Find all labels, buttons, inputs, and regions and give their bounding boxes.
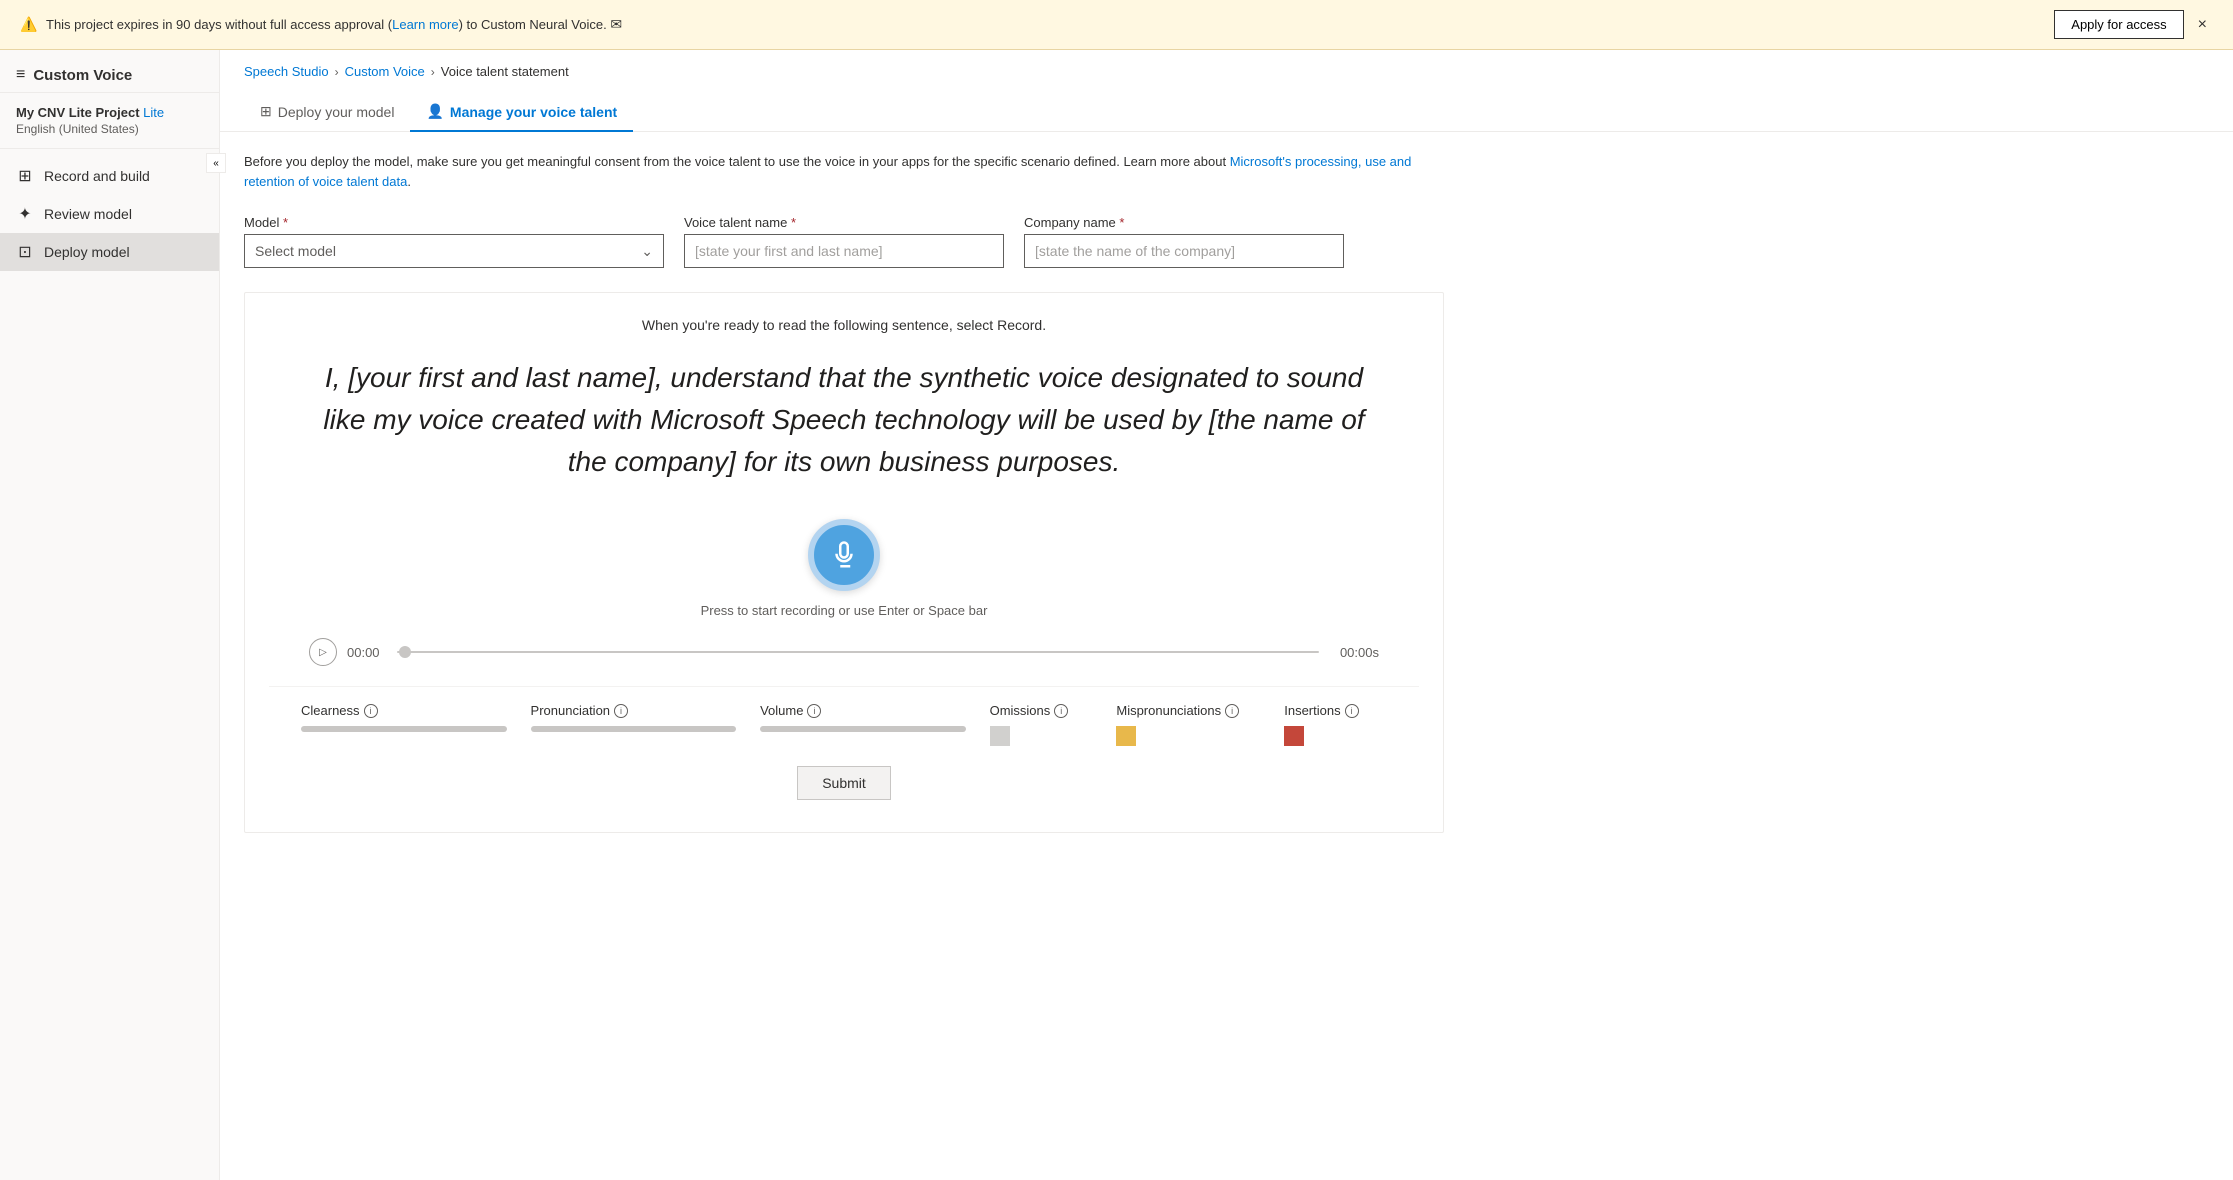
mispronunciations-label: Mispronunciations i — [1116, 703, 1260, 718]
metric-insertions: Insertions i — [1272, 703, 1399, 746]
sidebar-item-review-model[interactable]: ✦ Review model — [0, 195, 219, 233]
tab-deploy-model[interactable]: ⊞ Deploy your model — [244, 93, 410, 132]
sidebar-collapse-button[interactable]: « — [206, 153, 226, 173]
email-icon: ✉ — [610, 16, 622, 32]
select-chevron-icon: ⌄ — [641, 243, 653, 260]
required-star: * — [1116, 215, 1125, 230]
breadcrumb-separator: › — [431, 65, 435, 79]
omissions-info-icon[interactable]: i — [1054, 704, 1068, 718]
insertions-square — [1284, 726, 1304, 746]
model-select[interactable]: Select model — [255, 243, 641, 259]
volume-info-icon[interactable]: i — [807, 704, 821, 718]
microphone-icon — [829, 540, 859, 570]
record-button[interactable] — [808, 519, 880, 591]
app-name: Custom Voice — [33, 67, 132, 84]
breadcrumb: Speech Studio › Custom Voice › Voice tal… — [220, 50, 2233, 93]
microsoft-processing-link[interactable]: Microsoft's processing, use and retentio… — [244, 154, 1411, 189]
play-button[interactable]: ▷ — [309, 638, 337, 666]
metric-pronunciation: Pronunciation i — [519, 703, 749, 746]
pronunciation-bar — [531, 726, 737, 732]
pronunciation-info-icon[interactable]: i — [614, 704, 628, 718]
sidebar-item-label: Review model — [44, 206, 132, 222]
model-select-wrapper: Select model ⌄ — [244, 234, 664, 268]
project-badge: Lite — [143, 105, 164, 120]
sidebar-item-label: Record and build — [44, 168, 150, 184]
required-star: * — [279, 215, 288, 230]
sidebar-item-record-build[interactable]: ⊞ Record and build — [0, 157, 219, 195]
voice-talent-label: Voice talent name * — [684, 215, 1004, 230]
recording-statement: I, [your first and last name], understan… — [269, 357, 1419, 483]
voice-talent-input[interactable] — [684, 234, 1004, 268]
metric-clearness: Clearness i — [289, 703, 519, 746]
tab-label: Deploy your model — [278, 104, 395, 120]
project-info: My CNV Lite Project Lite English (United… — [0, 93, 219, 149]
progress-thumb — [399, 646, 411, 658]
deploy-model-icon: ⊡ — [16, 243, 34, 261]
sidebar-item-label: Deploy model — [44, 244, 130, 260]
breadcrumb-current: Voice talent statement — [441, 64, 569, 79]
clearness-bar — [301, 726, 507, 732]
mispronunciations-square — [1116, 726, 1136, 746]
deploy-tab-icon: ⊞ — [260, 103, 272, 120]
clearness-info-icon[interactable]: i — [364, 704, 378, 718]
close-banner-button[interactable]: × — [2192, 14, 2213, 36]
learn-more-link[interactable]: Learn more — [392, 17, 458, 32]
audio-player: ▷ 00:00 00:00s — [269, 638, 1419, 666]
banner-message: This project expires in 90 days without … — [46, 16, 2046, 33]
progress-track[interactable] — [397, 651, 1319, 653]
company-name-field: Company name * — [1024, 215, 1344, 268]
volume-bar — [760, 726, 966, 732]
metric-omissions: Omissions i — [978, 703, 1105, 746]
page-description: Before you deploy the model, make sure y… — [244, 152, 1444, 191]
tab-label: Manage your voice talent — [450, 104, 617, 120]
mispronunciations-info-icon[interactable]: i — [1225, 704, 1239, 718]
breadcrumb-separator: › — [335, 65, 339, 79]
review-model-icon: ✦ — [16, 205, 34, 223]
submit-section: Submit — [269, 746, 1419, 808]
omissions-label: Omissions i — [990, 703, 1093, 718]
recording-card: When you're ready to read the following … — [244, 292, 1444, 833]
sidebar: ≡ Custom Voice « My CNV Lite Project Lit… — [0, 50, 220, 1180]
project-language: English (United States) — [16, 122, 203, 136]
record-build-icon: ⊞ — [16, 167, 34, 185]
voice-talent-name-field: Voice talent name * — [684, 215, 1004, 268]
breadcrumb-custom-voice[interactable]: Custom Voice — [345, 64, 425, 79]
metric-volume: Volume i — [748, 703, 978, 746]
top-banner: ⚠️ This project expires in 90 days witho… — [0, 0, 2233, 50]
tabs-bar: ⊞ Deploy your model 👤 Manage your voice … — [220, 93, 2233, 132]
current-time: 00:00 — [347, 645, 387, 660]
company-label: Company name * — [1024, 215, 1344, 230]
content-area: Speech Studio › Custom Voice › Voice tal… — [220, 50, 2233, 1180]
insertions-info-icon[interactable]: i — [1345, 704, 1359, 718]
company-input[interactable] — [1024, 234, 1344, 268]
volume-label: Volume i — [760, 703, 966, 718]
mic-container: Press to start recording or use Enter or… — [269, 519, 1419, 618]
menu-icon: ≡ — [16, 66, 25, 84]
recording-instruction: When you're ready to read the following … — [269, 317, 1419, 333]
metric-mispronunciations: Mispronunciations i — [1104, 703, 1272, 746]
duration-display: 00:00s — [1329, 645, 1379, 660]
submit-button[interactable]: Submit — [797, 766, 891, 800]
apply-for-access-button[interactable]: Apply for access — [2054, 10, 2183, 39]
model-label: Model * — [244, 215, 664, 230]
required-star: * — [787, 215, 796, 230]
sidebar-header: ≡ Custom Voice — [0, 50, 219, 93]
sidebar-item-deploy-model[interactable]: ⊡ Deploy model — [0, 233, 219, 271]
model-field: Model * Select model ⌄ — [244, 215, 664, 268]
voice-talent-tab-icon: 👤 — [426, 103, 443, 120]
mic-hint-text: Press to start recording or use Enter or… — [701, 603, 988, 618]
clearness-label: Clearness i — [301, 703, 507, 718]
page-content: Before you deploy the model, make sure y… — [220, 132, 2233, 853]
sidebar-navigation: ⊞ Record and build ✦ Review model ⊡ Depl… — [0, 149, 219, 279]
omissions-square — [990, 726, 1010, 746]
warning-icon: ⚠️ — [20, 16, 38, 34]
metrics-row: Clearness i Pronunciation i Volume i — [269, 686, 1419, 746]
project-name: My CNV Lite Project Lite — [16, 105, 203, 120]
tab-manage-voice-talent[interactable]: 👤 Manage your voice talent — [410, 93, 633, 132]
form-row: Model * Select model ⌄ Voice talent name… — [244, 215, 2209, 268]
breadcrumb-speech-studio[interactable]: Speech Studio — [244, 64, 329, 79]
pronunciation-label: Pronunciation i — [531, 703, 737, 718]
insertions-label: Insertions i — [1284, 703, 1387, 718]
